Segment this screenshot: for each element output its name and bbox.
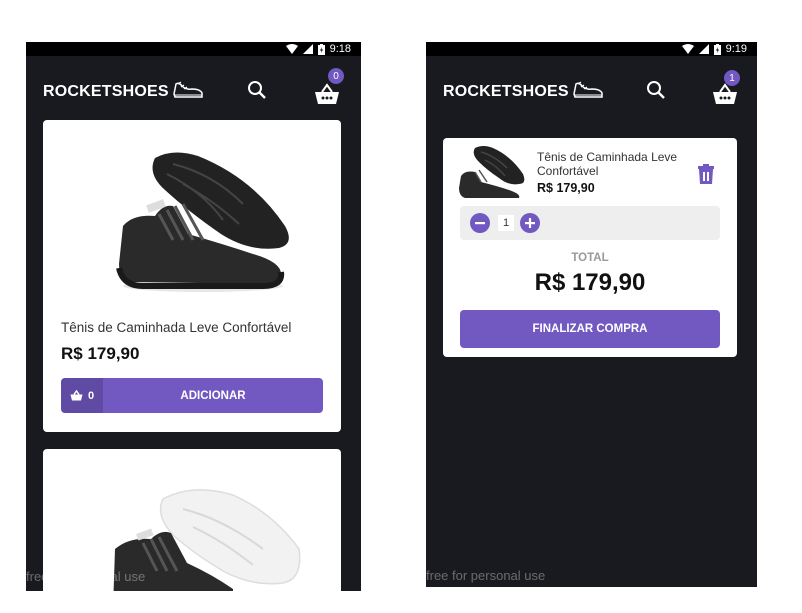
battery-icon (317, 43, 325, 55)
app-header: ROCKETSHOES 1 (426, 56, 757, 120)
watermark-text: free for personal use (426, 568, 546, 583)
signal-icon (302, 44, 313, 54)
search-button[interactable] (247, 80, 267, 105)
watermark-text: free for personal use (26, 569, 146, 584)
status-bar: 9:19 (426, 42, 757, 56)
product-card: Tênis de Caminhada Leve Confortável R$ 1… (43, 120, 341, 432)
add-to-cart-button[interactable]: 0 ADICIONAR (61, 378, 323, 413)
decrease-quantity-button[interactable] (470, 213, 490, 238)
shoe-logo-icon (573, 81, 603, 98)
trash-icon (698, 164, 714, 184)
wifi-icon (681, 44, 694, 54)
status-time: 9:19 (725, 43, 747, 55)
status-bar: 9:18 (26, 42, 361, 56)
quantity-stepper: 1 (460, 206, 720, 240)
search-icon (647, 81, 665, 99)
status-time: 9:18 (329, 43, 351, 55)
cart-item-image (459, 146, 525, 198)
basket-icon (315, 83, 339, 104)
search-icon (248, 81, 266, 99)
cart-screen: 9:19 ROCKETSHOES 1 Tênis de Caminhada Le… (426, 42, 757, 587)
battery-icon (713, 43, 721, 55)
cart-count-badge: 0 (328, 68, 344, 84)
increase-quantity-button[interactable] (520, 213, 540, 238)
product-title: Tênis de Caminhada Leve Confortável (61, 320, 292, 335)
cart-item-title: Tênis de Caminhada Leve Confortável (537, 150, 678, 178)
quantity-value[interactable]: 1 (498, 215, 514, 231)
logo-text[interactable]: ROCKETSHOES (443, 83, 569, 101)
logo-text[interactable]: ROCKETSHOES (43, 83, 169, 101)
basket-icon (713, 83, 737, 104)
product-image (116, 152, 289, 292)
cart-amount-value: 0 (87, 389, 95, 402)
cart-amount: 0 (61, 378, 103, 413)
home-screen: 9:18 ROCKETSHOES 0 Tênis de Caminhada Le… (26, 42, 361, 591)
cart-button[interactable] (314, 83, 340, 110)
cart-card: Tênis de Caminhada Leve Confortável R$ 1… (443, 138, 737, 357)
product-price: R$ 179,90 (61, 344, 140, 363)
minus-circle-icon (470, 213, 490, 233)
total-value: R$ 179,90 (534, 269, 646, 296)
app-header: ROCKETSHOES 0 (26, 56, 361, 120)
plus-circle-icon (520, 213, 540, 233)
signal-icon (698, 44, 709, 54)
basket-icon (70, 390, 83, 401)
remove-item-button[interactable] (697, 164, 715, 189)
checkout-button[interactable]: FINALIZAR COMPRA (460, 310, 720, 348)
cart-item-price: R$ 179,90 (537, 181, 595, 195)
add-button-label: ADICIONAR (180, 389, 246, 402)
shoe-logo-icon (173, 81, 203, 98)
search-button[interactable] (646, 80, 666, 105)
wifi-icon (285, 44, 298, 54)
total-label: TOTAL (571, 252, 609, 264)
cart-button[interactable] (712, 83, 738, 110)
cart-count-badge: 1 (724, 70, 740, 86)
